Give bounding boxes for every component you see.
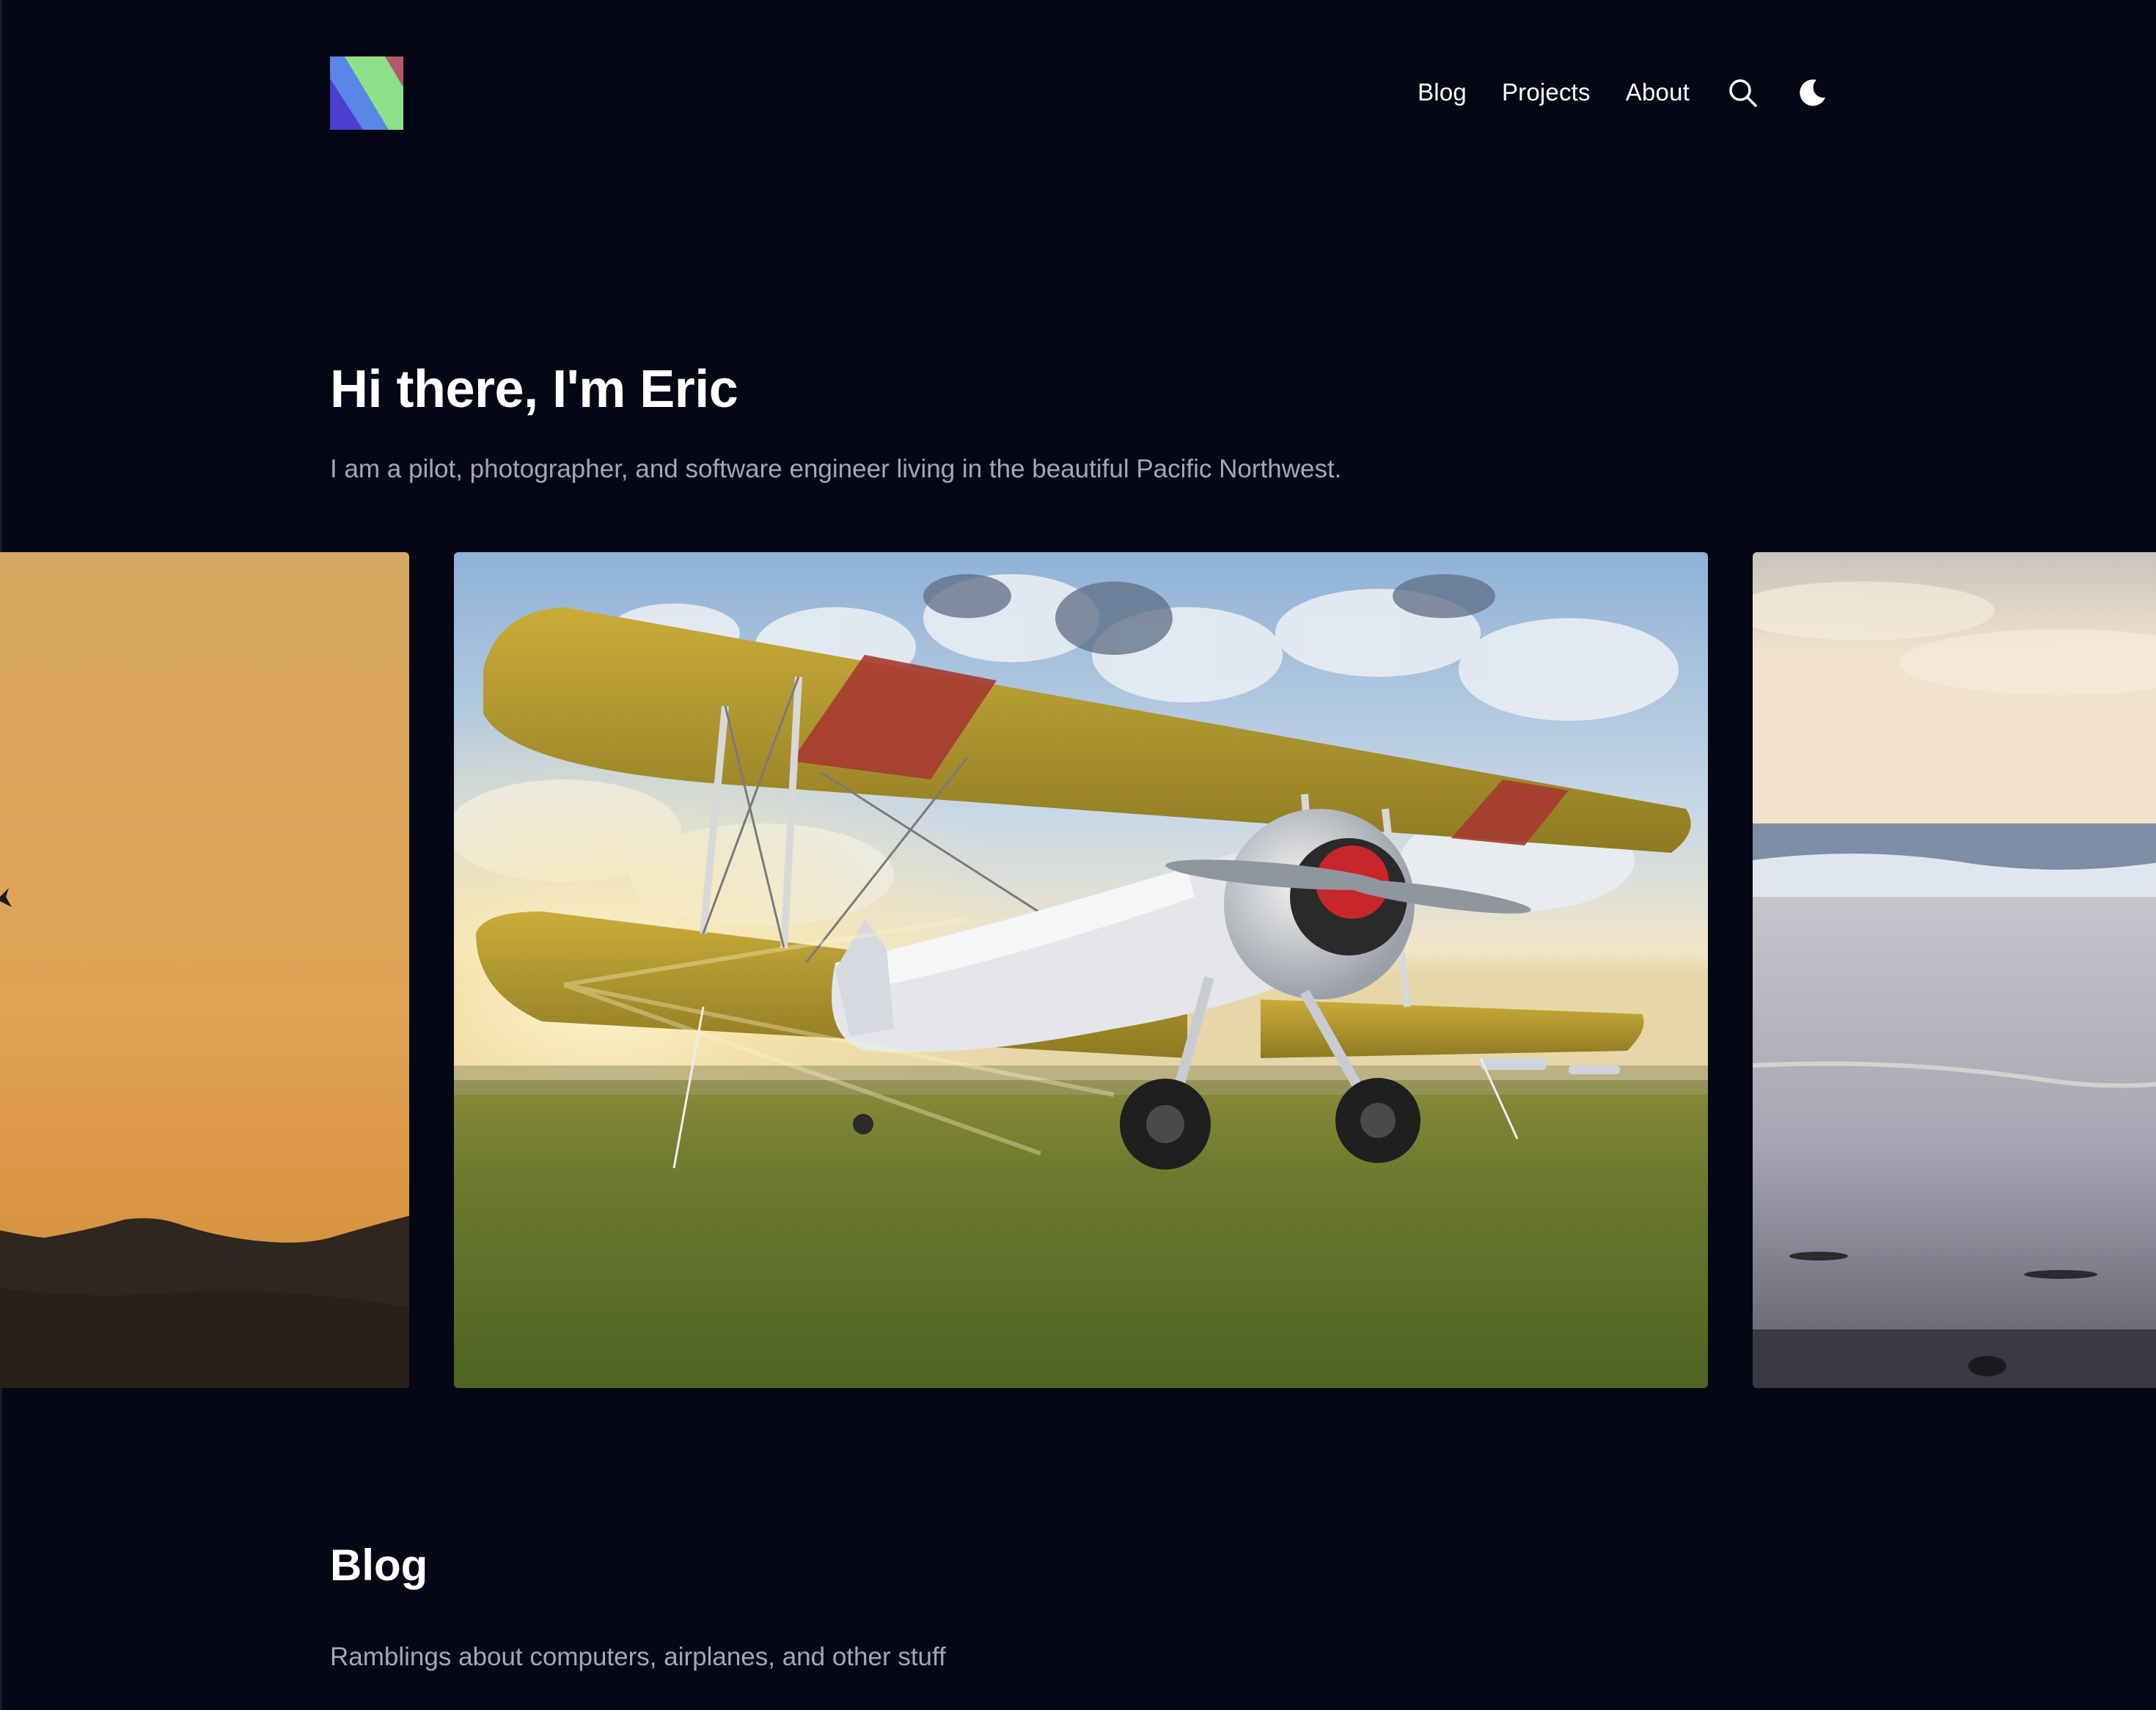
- carousel-slide-sunset[interactable]: [0, 552, 409, 1388]
- nav-link-about[interactable]: About: [1626, 78, 1690, 106]
- site-logo[interactable]: [330, 56, 403, 130]
- moon-icon: [1800, 79, 1825, 106]
- theme-toggle-button[interactable]: [1795, 75, 1830, 110]
- photo-carousel: [0, 552, 2156, 1388]
- site-logo-stripes-icon: [330, 56, 403, 130]
- main-nav: Blog Projects About: [1418, 70, 1830, 114]
- search-button[interactable]: [1725, 75, 1760, 110]
- search-icon: [1729, 79, 1757, 107]
- hero-subtitle: I am a pilot, photographer, and software…: [330, 455, 1342, 483]
- hero-title: Hi there, I'm Eric: [330, 360, 738, 419]
- biplane-photo: [454, 552, 1708, 1388]
- blog-section-subtitle: Ramblings about computers, airplanes, an…: [330, 1643, 946, 1671]
- blog-section-title: Blog: [330, 1541, 428, 1590]
- carousel-slide-beach[interactable]: [1753, 552, 2156, 1388]
- sunset-photo: [0, 552, 409, 1388]
- nav-link-projects[interactable]: Projects: [1502, 78, 1591, 106]
- beach-photo: [1753, 552, 2156, 1388]
- nav-link-blog[interactable]: Blog: [1418, 78, 1467, 106]
- carousel-slide-biplane[interactable]: [454, 552, 1708, 1388]
